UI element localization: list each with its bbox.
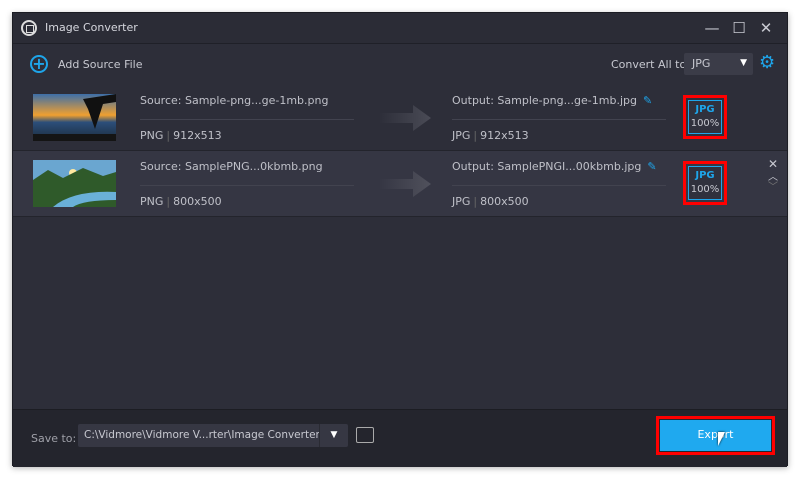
source-size: 800x500 — [173, 195, 222, 208]
close-icon[interactable]: ✕ — [757, 19, 775, 37]
add-icon[interactable]: + — [30, 55, 48, 73]
arrow-right-icon — [379, 171, 431, 197]
window-title: Image Converter — [45, 21, 138, 34]
add-source-file-button[interactable]: Add Source File — [58, 58, 142, 71]
badge-format: JPG — [695, 104, 715, 115]
badge-quality: 100% — [690, 118, 720, 129]
convert-all-label: Convert All to: — [611, 58, 690, 71]
badge-quality: 100% — [690, 184, 720, 195]
move-down-icon[interactable]: ﹀ — [768, 182, 778, 193]
arrow-right-icon — [379, 105, 431, 131]
thumbnail-sunset — [33, 94, 116, 141]
source-filename: Source: Sample-png...ge-1mb.png — [140, 94, 329, 107]
output-name: Output: Sample-png...ge-1mb.jpg — [452, 94, 637, 107]
output-format: JPG — [452, 195, 471, 208]
divider — [140, 119, 354, 120]
source-size: 912x513 — [173, 129, 222, 142]
badge-format: JPG — [695, 170, 715, 181]
thumbnail-landscape — [33, 160, 116, 207]
format-settings-button[interactable]: JPG 100% — [683, 161, 727, 205]
output-filename: Output: Sample-png...ge-1mb.jpg ✎ — [452, 94, 652, 107]
remove-icon[interactable]: ✕ — [768, 158, 778, 170]
export-button[interactable]: Export — [660, 420, 771, 451]
source-meta: PNG | 912x513 — [140, 129, 222, 142]
mouse-cursor-icon — [718, 432, 725, 446]
save-to-label: Save to: — [31, 432, 77, 445]
source-filename: Source: SamplePNG...0kbmb.png — [140, 160, 323, 173]
output-name: Output: SamplePNGI...00kbmb.jpg — [452, 160, 642, 173]
format-settings-button[interactable]: JPG 100% — [683, 95, 727, 139]
source-format: PNG — [140, 129, 164, 142]
save-path-value: C:\Vidmore\Vidmore V...rter\Image Conver… — [84, 429, 320, 441]
maximize-icon[interactable]: ☐ — [730, 19, 748, 37]
output-filename: Output: SamplePNGI...00kbmb.jpg ✎ — [452, 160, 657, 173]
save-path-field[interactable]: C:\Vidmore\Vidmore V...rter\Image Conver… — [78, 424, 348, 447]
chevron-down-icon[interactable]: ▼ — [319, 424, 348, 447]
divider — [452, 185, 666, 186]
output-size: 912x513 — [480, 129, 529, 142]
convert-all-select[interactable]: JPG ▼ — [684, 53, 753, 75]
file-row: Source: SamplePNG...0kbmb.png PNG | 800x50… — [13, 151, 787, 217]
divider — [452, 119, 666, 120]
chevron-down-icon: ▼ — [740, 58, 747, 68]
file-row: Source: Sample-png...ge-1mb.png PNG | 912x… — [13, 85, 787, 151]
output-size: 800x500 — [480, 195, 529, 208]
bottom-bar: Save to: C:\Vidmore\Vidmore V...rter\Ima… — [13, 409, 787, 467]
edit-icon[interactable]: ✎ — [643, 94, 652, 107]
output-format: JPG — [452, 129, 471, 142]
edit-icon[interactable]: ✎ — [647, 160, 656, 173]
divider — [140, 185, 354, 186]
gear-icon[interactable]: ⚙ — [759, 54, 775, 72]
minimize-icon[interactable]: — — [703, 19, 721, 37]
output-meta: JPG | 912x513 — [452, 129, 529, 142]
app-logo-icon — [21, 20, 37, 36]
toolbar: + Add Source File Convert All to: JPG ▼ ⚙ — [13, 44, 787, 85]
open-folder-icon[interactable] — [356, 427, 374, 443]
source-meta: PNG | 800x500 — [140, 195, 222, 208]
app-window: Image Converter — ☐ ✕ + Add Source File … — [12, 12, 788, 467]
title-bar: Image Converter — ☐ ✕ — [13, 13, 787, 44]
export-highlight: Export — [656, 416, 775, 455]
convert-all-value: JPG — [692, 57, 711, 70]
source-format: PNG — [140, 195, 164, 208]
output-meta: JPG | 800x500 — [452, 195, 529, 208]
